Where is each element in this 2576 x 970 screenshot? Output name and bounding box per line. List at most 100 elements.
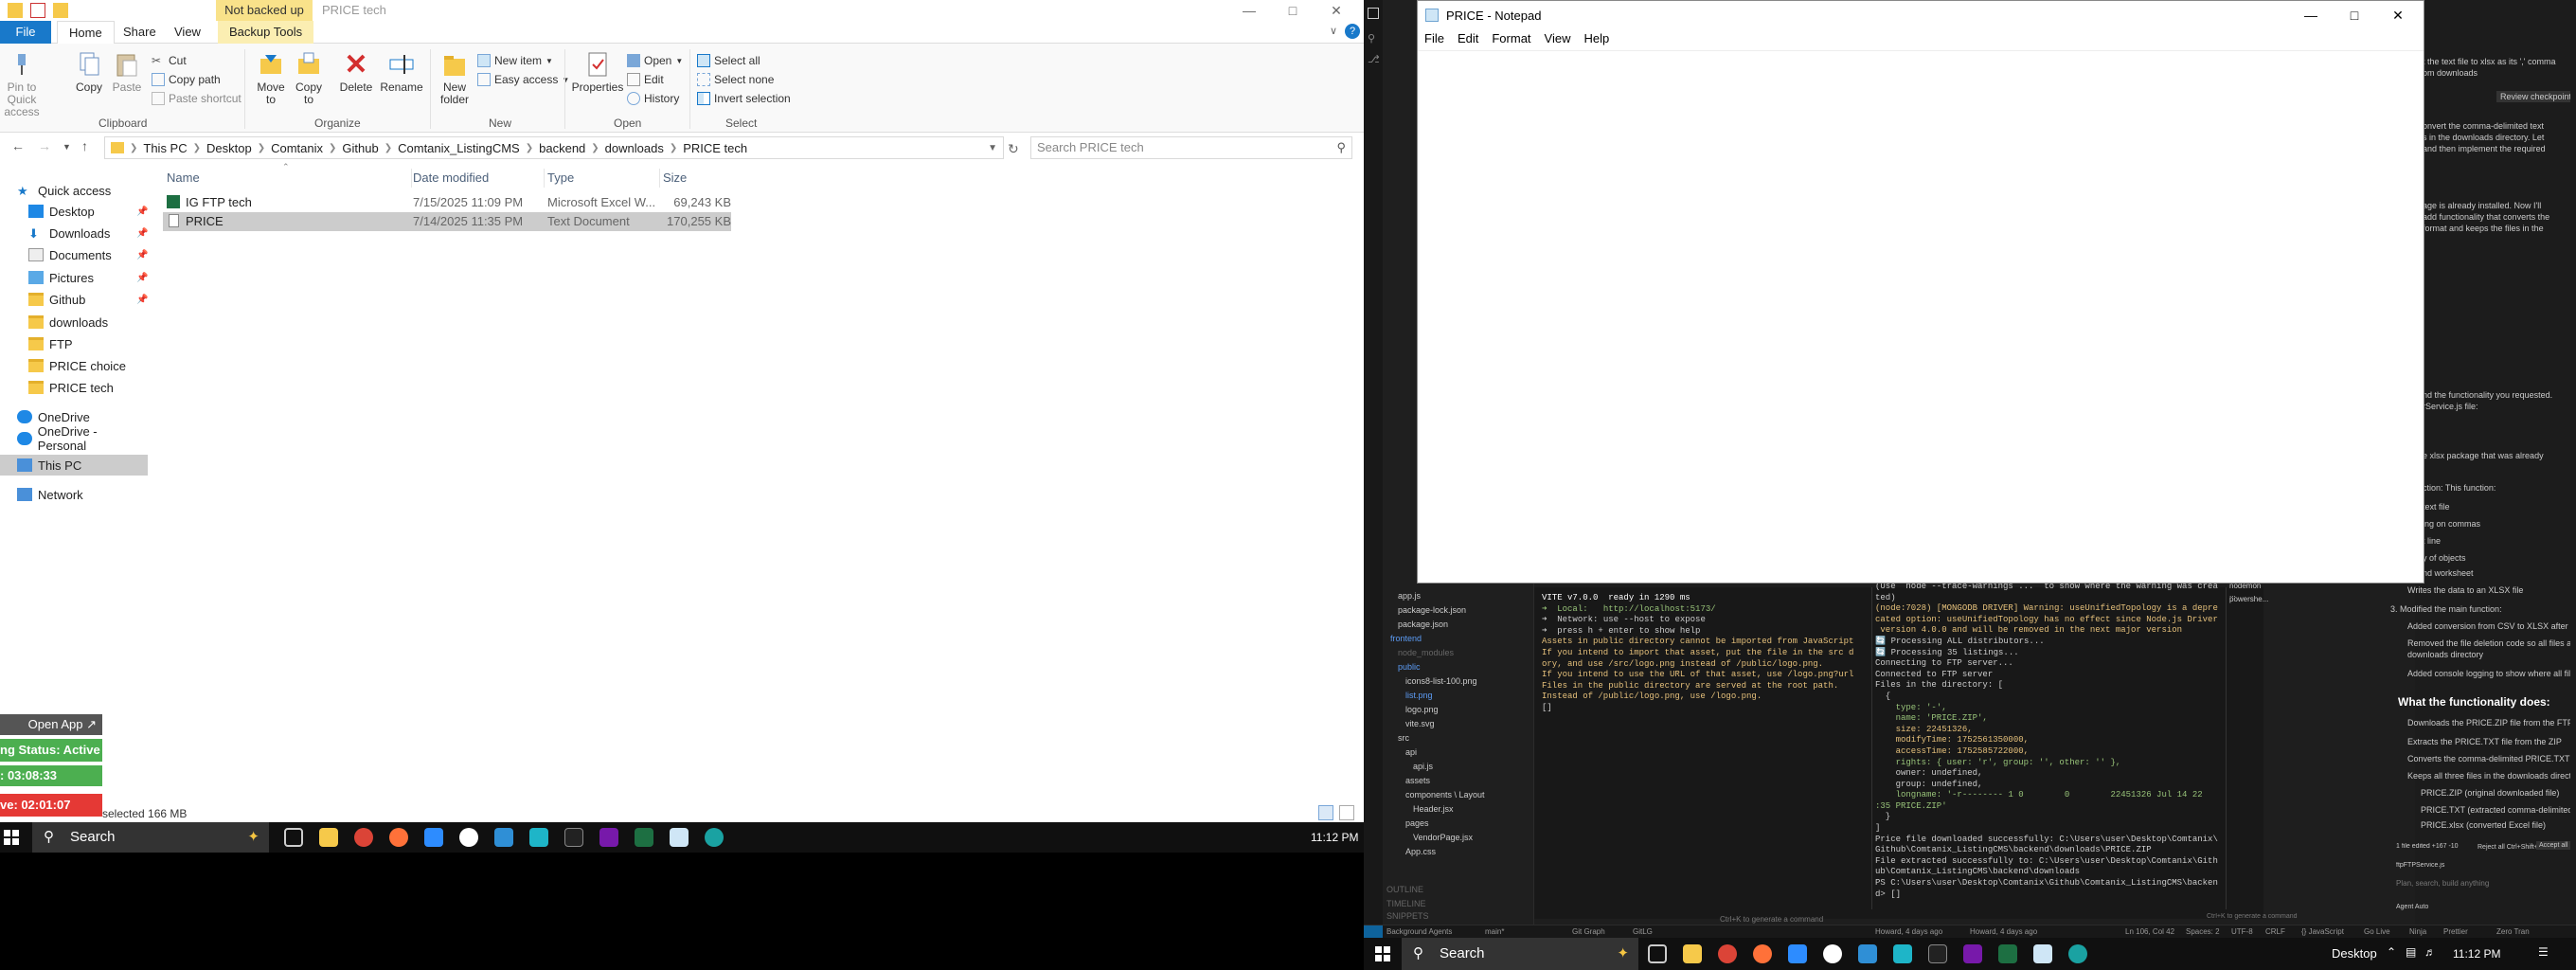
notepad-icon[interactable]	[670, 828, 689, 847]
move-to-button[interactable]: Move to	[252, 49, 290, 106]
status-item[interactable]: Background Agents	[1386, 927, 1452, 936]
tab-backup-tools[interactable]: Backup Tools	[218, 21, 314, 44]
nav-item-price-tech[interactable]: PRICE tech	[0, 377, 148, 398]
tab-file[interactable]: File	[0, 21, 51, 44]
status-cursor-position[interactable]: Ln 106, Col 42	[2125, 927, 2174, 936]
nav-item-github[interactable]: Github 📌	[0, 289, 148, 310]
taskbar-search[interactable]: ⚲ Search ✦	[1402, 938, 1638, 970]
cursor-icon[interactable]	[1893, 944, 1912, 963]
table-row[interactable]: PRICE 7/14/2025 11:35 PM Text Document 1…	[163, 212, 731, 231]
tree-file[interactable]: api.js	[1413, 762, 1433, 776]
refresh-icon[interactable]: ↻	[1008, 141, 1019, 157]
properties-button[interactable]: Properties	[572, 49, 623, 94]
notepad-icon[interactable]	[2033, 944, 2052, 963]
file-explorer-icon[interactable]	[319, 828, 338, 847]
tree-file[interactable]: vite.svg	[1405, 719, 1435, 733]
breadcrumb-item[interactable]: backend	[539, 141, 585, 155]
maximize-icon[interactable]: □	[2333, 1, 2376, 29]
status-item[interactable]: CRLF	[2265, 927, 2285, 936]
tree-folder[interactable]: public	[1398, 662, 1421, 676]
notification-icon[interactable]: ☰	[2538, 945, 2549, 959]
tree-file[interactable]: package.json	[1398, 620, 1448, 634]
open-button[interactable]: Open ▼	[627, 51, 683, 70]
status-item[interactable]: Git Graph	[1572, 927, 1605, 936]
terminal-icon[interactable]	[564, 828, 583, 847]
status-item[interactable]: GitLG	[1633, 927, 1653, 936]
excel-icon[interactable]	[635, 828, 653, 847]
new-item-button[interactable]: New item ▼	[477, 51, 553, 70]
tab-view[interactable]: View	[163, 21, 212, 44]
review-checkpoint-button[interactable]: Review checkpoint	[2496, 91, 2570, 102]
status-item[interactable]: {} JavaScript	[2301, 927, 2344, 936]
status-item[interactable]: Howard, 4 days ago	[1875, 927, 1942, 936]
large-icons-view-icon[interactable]	[1339, 805, 1354, 820]
column-header-size[interactable]: Size	[663, 167, 687, 189]
nav-item-quick-access[interactable]: ★ Quick access	[0, 180, 148, 201]
tab-share[interactable]: Share	[112, 21, 168, 44]
terminal-frontend[interactable]: VITE v7.0.0 ready in 1290 ms ➜ Local: ht…	[1542, 593, 1854, 915]
edge-icon[interactable]	[2068, 944, 2087, 963]
tree-folder[interactable]: frontend	[1390, 634, 1422, 648]
excel-icon[interactable]	[1998, 944, 2017, 963]
status-item[interactable]: Howard, 4 days ago	[1970, 927, 2037, 936]
history-button[interactable]: History	[627, 89, 679, 108]
terminal-tab-powershell[interactable]: powershe...	[2229, 595, 2268, 603]
properties-icon[interactable]	[30, 3, 45, 18]
up-arrow-icon[interactable]: ↑	[81, 138, 88, 153]
onenote-icon[interactable]	[1963, 944, 1982, 963]
context-file-chip[interactable]: ftpFTPService.js	[2396, 862, 2570, 869]
onenote-icon[interactable]	[599, 828, 618, 847]
breadcrumb-item[interactable]: downloads	[605, 141, 664, 155]
tree-file[interactable]: package-lock.json	[1398, 605, 1466, 620]
help-icon[interactable]: ?	[1345, 24, 1360, 39]
folder-icon[interactable]	[8, 3, 23, 18]
status-item[interactable]: Spaces: 2	[2186, 927, 2220, 936]
search-icon[interactable]: ⚲	[1368, 32, 1375, 45]
menu-file[interactable]: File	[1418, 29, 1451, 48]
forward-arrow-icon[interactable]: →	[38, 138, 51, 153]
nav-item-desktop[interactable]: Desktop 📌	[0, 201, 148, 222]
nav-item-price-choice[interactable]: PRICE choice	[0, 355, 148, 376]
rename-button[interactable]: Rename	[380, 49, 423, 94]
copy-path-button[interactable]: Copy path	[152, 70, 221, 89]
outline-section[interactable]: OUTLINE	[1386, 885, 1423, 899]
cursor-icon[interactable]	[529, 828, 548, 847]
windows-start-icon[interactable]	[1375, 946, 1390, 961]
nav-item-network[interactable]: Network	[0, 484, 148, 505]
column-header-name[interactable]: Name	[167, 167, 200, 189]
nav-item-pictures[interactable]: Pictures 📌	[0, 267, 148, 288]
table-row[interactable]: IG FTP tech 7/15/2025 11:09 PM Microsoft…	[163, 193, 731, 212]
breadcrumb-item[interactable]: Comtanix_ListingCMS	[398, 141, 520, 155]
menu-format[interactable]: Format	[1485, 29, 1537, 48]
status-item[interactable]: Zero Tran	[2496, 927, 2530, 936]
nav-item-downloads[interactable]: ⬇ Downloads 📌	[0, 223, 148, 243]
search-input[interactable]: Search PRICE tech ⚲	[1030, 136, 1352, 159]
github-desktop-icon[interactable]	[459, 828, 478, 847]
address-bar[interactable]: ❯ This PC ❯ Desktop ❯ Comtanix ❯ Github ❯ Co…	[104, 136, 1004, 159]
close-icon[interactable]: ✕	[2376, 1, 2420, 29]
remote-icon[interactable]	[1364, 925, 1383, 938]
network-icon[interactable]: ▤	[2406, 945, 2416, 959]
cut-button[interactable]: ✂ Cut	[152, 51, 187, 70]
tree-file[interactable]: VendorPage.jsx	[1413, 833, 1473, 847]
desktop-toolbar[interactable]: Desktop	[2332, 946, 2377, 961]
open-app-button[interactable]: Open App ↗	[0, 714, 102, 735]
chrome-icon[interactable]	[1718, 944, 1737, 963]
menu-edit[interactable]: Edit	[1451, 29, 1485, 48]
backup-status-badge[interactable]: Not backed up	[216, 0, 313, 21]
tree-folder[interactable]: pages	[1405, 818, 1429, 833]
task-view-icon[interactable]	[284, 828, 303, 847]
tree-folder[interactable]: assets	[1405, 776, 1430, 790]
select-all-button[interactable]: Select all	[697, 51, 760, 70]
breadcrumb-item[interactable]: Github	[342, 141, 378, 155]
tree-folder[interactable]: api	[1405, 747, 1417, 762]
status-item[interactable]: UTF-8	[2231, 927, 2253, 936]
tab-home[interactable]: Home	[57, 21, 115, 44]
snippets-section[interactable]: SNIPPETS	[1386, 911, 1429, 925]
column-header-date[interactable]: Date modified	[413, 167, 489, 189]
explorer-icon[interactable]	[1368, 8, 1379, 19]
edge-icon[interactable]	[705, 828, 724, 847]
nav-item-onedrive-personal[interactable]: OneDrive - Personal	[0, 424, 148, 453]
new-folder-button[interactable]: New folder	[434, 49, 475, 106]
firefox-icon[interactable]	[1753, 944, 1772, 963]
